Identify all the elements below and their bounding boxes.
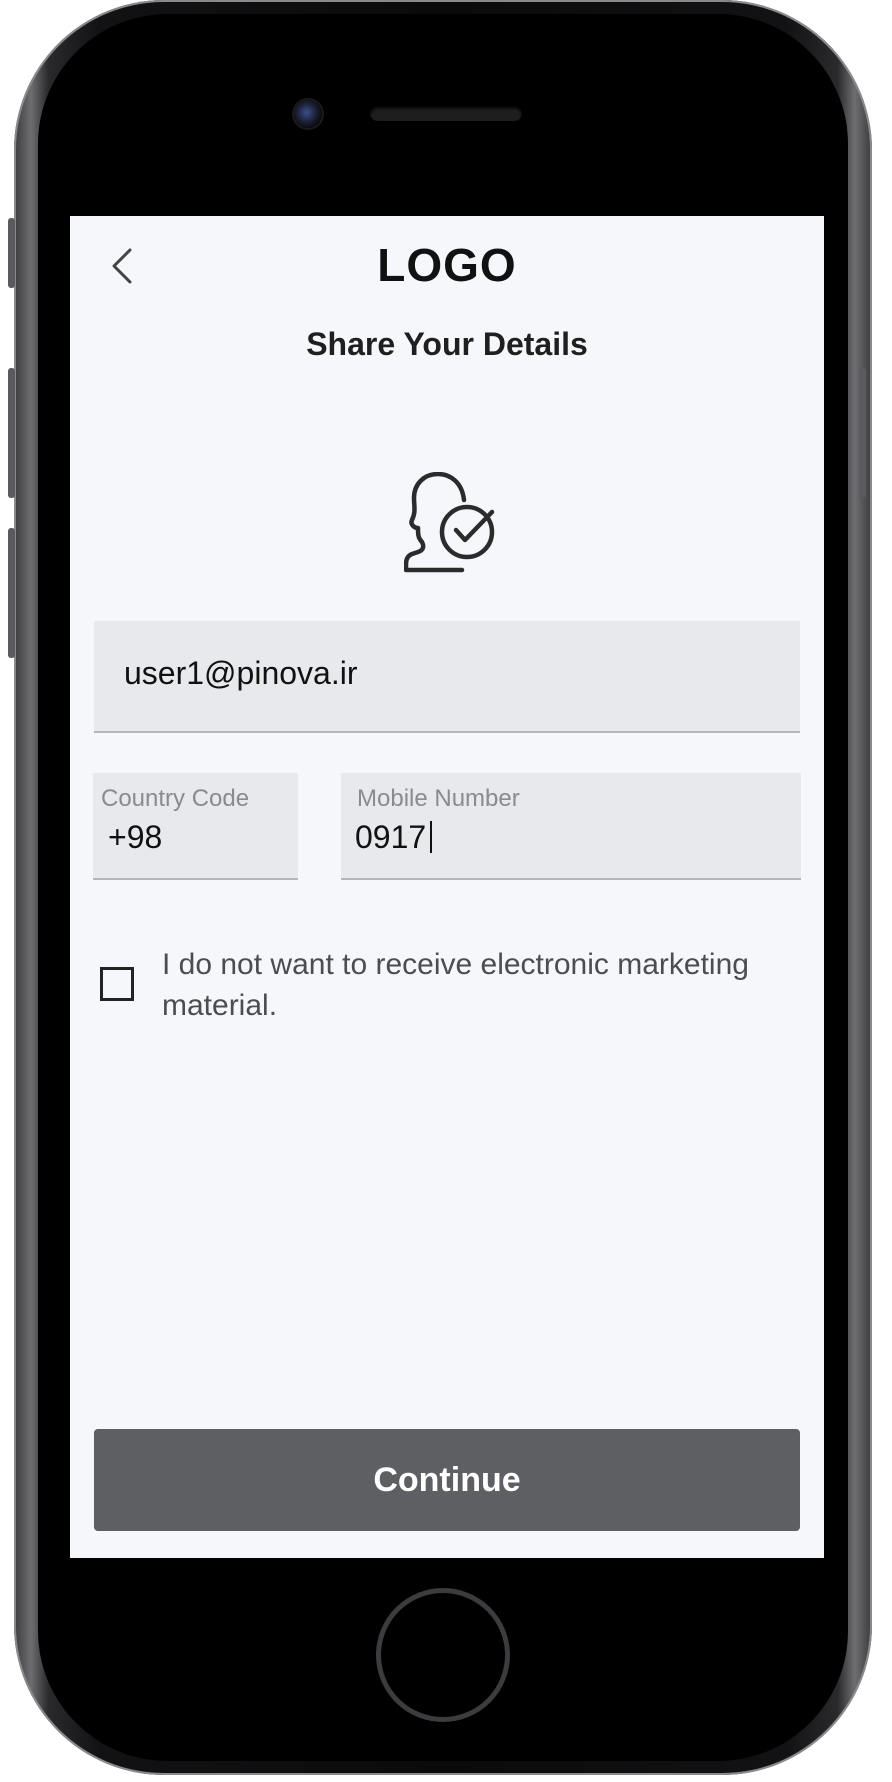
marketing-opt-out-checkbox[interactable] — [100, 967, 134, 1001]
logo: LOGO — [377, 239, 517, 291]
country-code-field[interactable]: Country Code +98 — [93, 773, 298, 880]
power-button — [859, 368, 866, 498]
mobile-number-input-row: 0917 — [355, 819, 433, 856]
earpiece-speaker — [370, 106, 522, 121]
volume-up-button — [8, 368, 15, 498]
continue-button[interactable]: Continue — [94, 1429, 800, 1531]
home-button[interactable] — [376, 1588, 510, 1722]
side-button — [8, 218, 15, 288]
text-caret — [430, 821, 433, 853]
front-camera — [294, 100, 322, 128]
marketing-opt-out-label[interactable]: I do not want to receive electronic mark… — [162, 944, 782, 1026]
email-field[interactable]: user1@pinova.ir — [94, 621, 800, 733]
mobile-number-value: 0917 — [355, 819, 427, 855]
mobile-number-label: Mobile Number — [357, 785, 520, 812]
app-screen: LOGO Share Your Details user1@pinova.ir … — [70, 216, 824, 1558]
page-title: Share Your Details — [306, 326, 588, 362]
volume-down-button — [8, 528, 15, 658]
country-code-value: +98 — [108, 819, 163, 855]
country-code-label: Country Code — [101, 785, 250, 812]
user-check-icon — [404, 472, 495, 573]
email-value: user1@pinova.ir — [124, 655, 358, 691]
mobile-number-field[interactable]: Mobile Number 0917 — [341, 773, 801, 880]
